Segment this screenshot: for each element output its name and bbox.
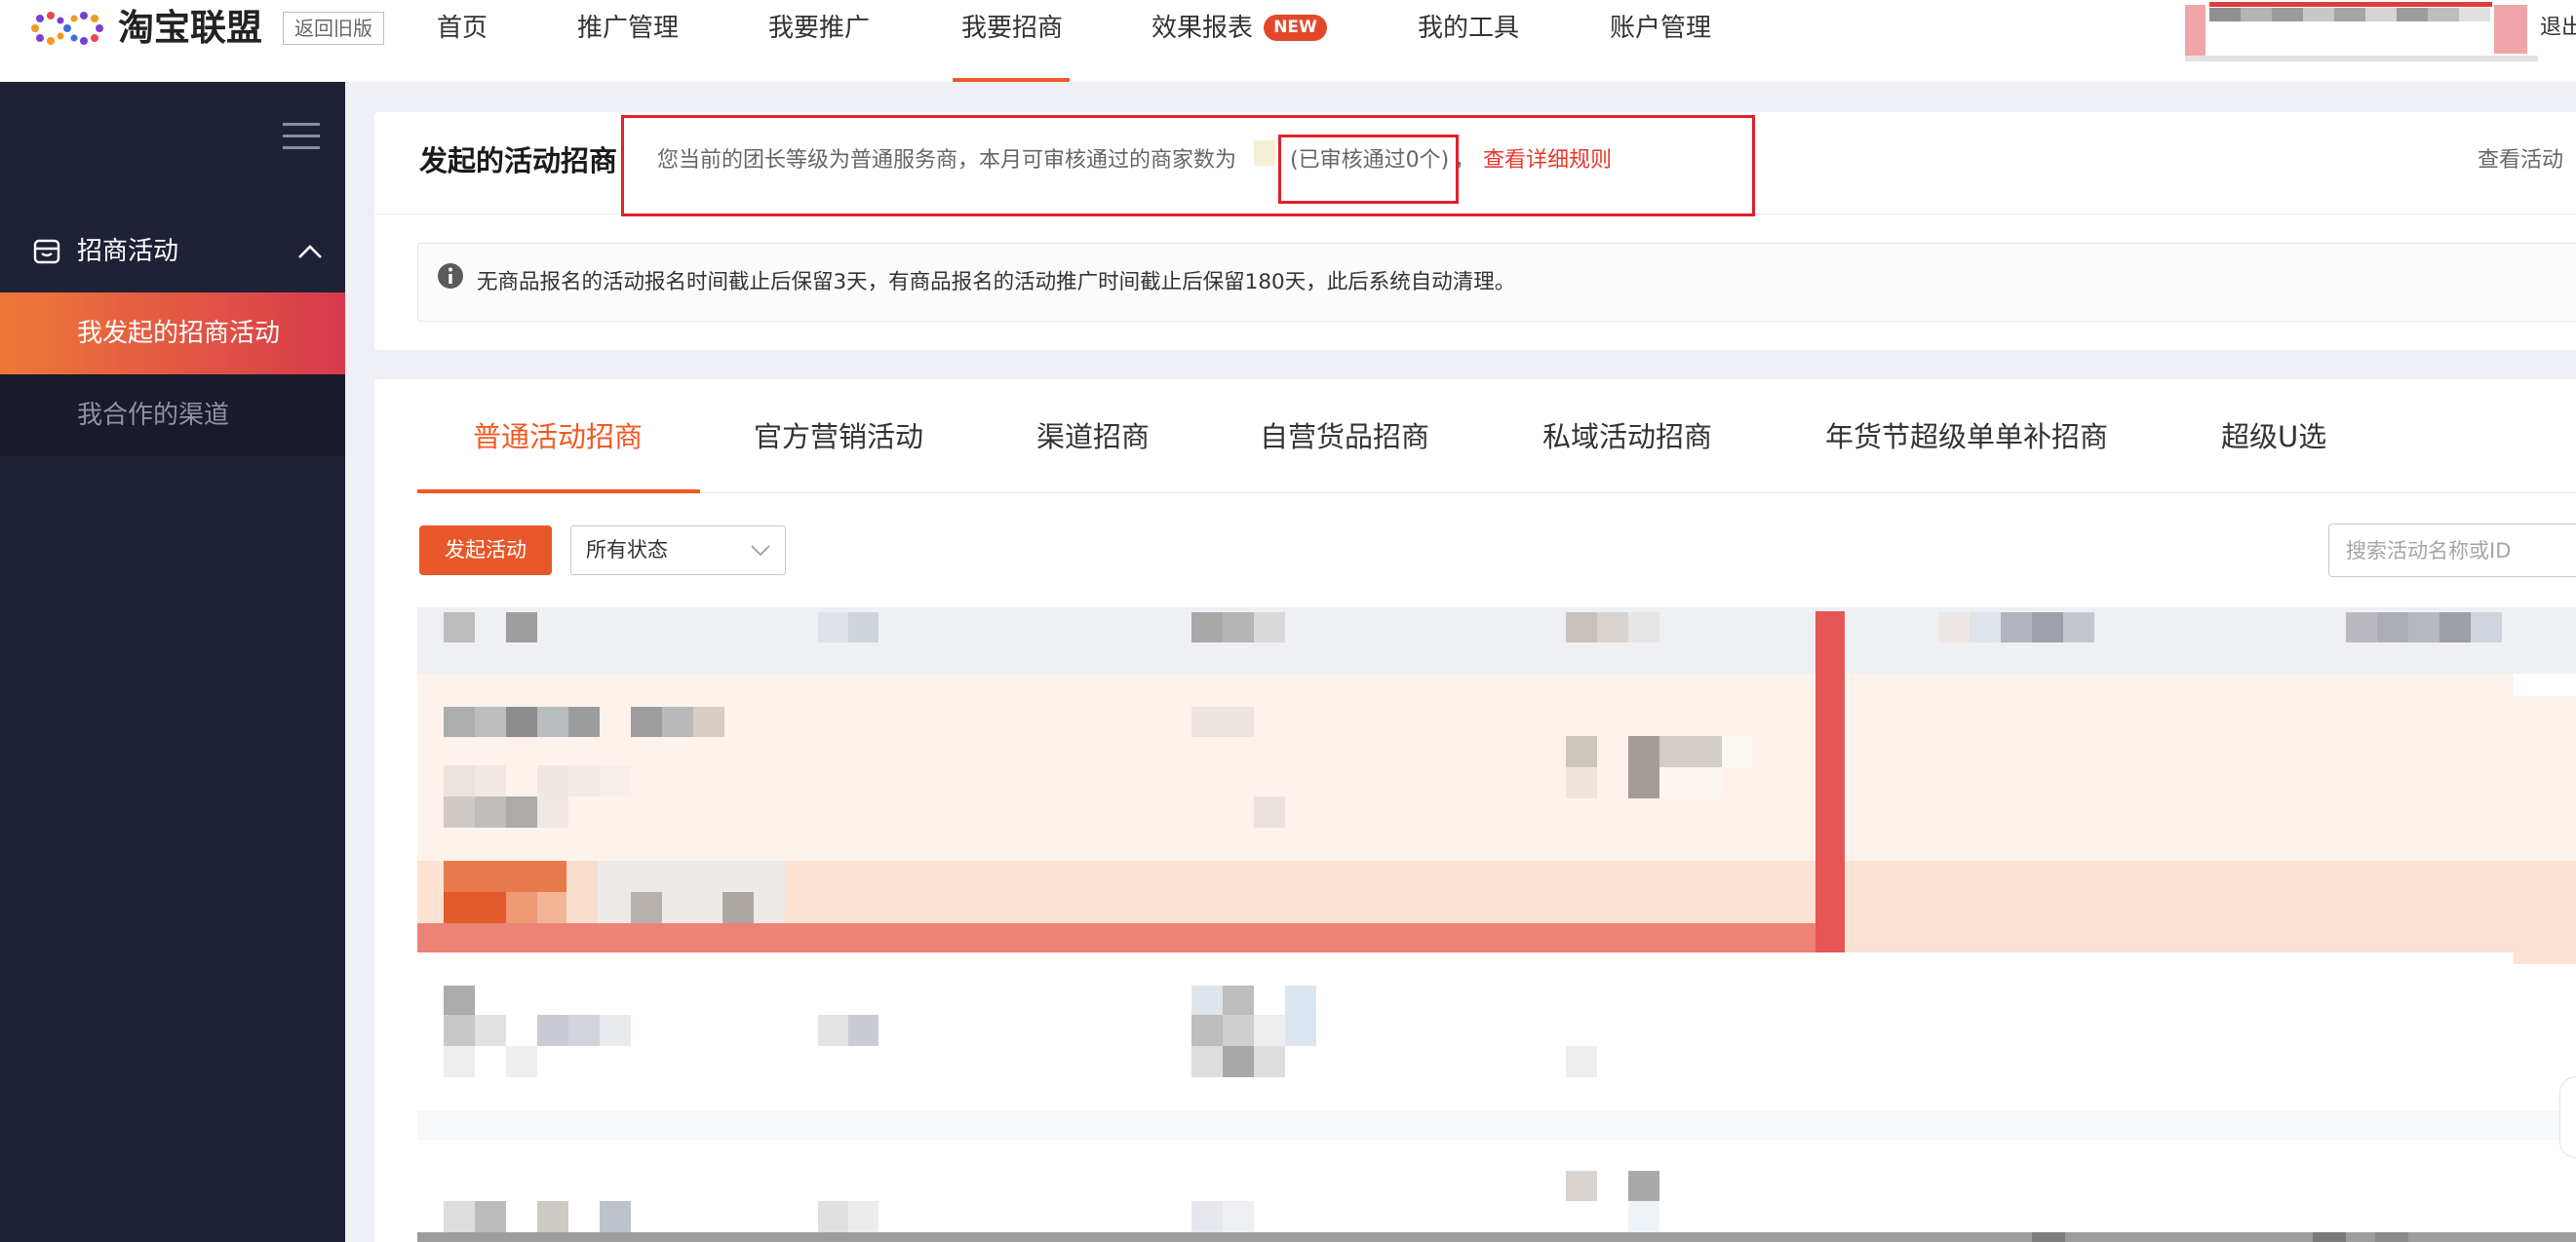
logout-link[interactable]: 退出 (2540, 10, 2576, 47)
tab-new-year-subsidy[interactable]: 年货节超级单单补招商 (1825, 417, 2108, 456)
tab-private-domain[interactable]: 私域活动招商 (1542, 417, 1712, 456)
info-alert: 无商品报名的活动报名时间截止后保留3天，有商品报名的活动推广时间截止后保留180… (417, 243, 2576, 322)
table-row-separator (417, 1110, 2576, 1140)
tabs-divider (417, 492, 2576, 493)
back-to-old-version-button[interactable]: 返回旧版 (283, 12, 384, 45)
status-filter-value: 所有状态 (586, 538, 668, 562)
active-nav-underline (953, 78, 1070, 82)
annotation-highlight-box-inner (1278, 135, 1459, 204)
tab-super-u-select[interactable]: 超级U选 (2221, 417, 2326, 456)
brand-name[interactable]: 淘宝联盟 (118, 6, 262, 51)
table-row[interactable] (417, 1140, 2576, 1232)
nav-item-merchant-recruitment[interactable]: 我要招商 (961, 10, 1063, 47)
view-activity-link[interactable]: 查看活动 (2478, 141, 2576, 180)
sidebar-item-label: 我发起的招商活动 (77, 319, 281, 348)
table-row[interactable] (417, 952, 2576, 1110)
tab-channel-recruitment[interactable]: 渠道招商 (1036, 417, 1150, 456)
active-tab-underline (417, 489, 700, 493)
status-filter-select[interactable]: 所有状态 (570, 525, 786, 575)
info-icon (438, 263, 463, 289)
nav-item-promote[interactable]: 我要推广 (768, 10, 870, 47)
menu-toggle-icon[interactable] (283, 123, 320, 150)
nav-item-account-management[interactable]: 账户管理 (1610, 10, 1711, 47)
sidebar-group-label: 招商活动 (77, 237, 179, 266)
sidebar-item-label: 我合作的渠道 (77, 401, 230, 430)
nav-item-tools[interactable]: 我的工具 (1418, 10, 1519, 47)
chevron-up-icon[interactable] (296, 243, 324, 260)
redaction-bar-vertical (1815, 611, 1845, 952)
horizontal-scrollbar[interactable] (417, 1232, 2576, 1242)
top-navigation-bar: 淘宝联盟 返回旧版 首页 推广管理 我要推广 我要招商 效果报表 NEW 我的工… (0, 0, 2576, 82)
nav-item-reports[interactable]: 效果报表 (1151, 10, 1253, 47)
page-title: 发起的活动招商 (419, 144, 618, 177)
redaction-bar-horizontal (417, 923, 1815, 952)
store-icon (33, 239, 60, 264)
chevron-down-icon (751, 545, 770, 557)
nav-item-promotion-management[interactable]: 推广管理 (577, 10, 679, 47)
campaign-search-input[interactable] (2328, 524, 2576, 577)
sidebar: 招商活动 我发起的招商活动 我合作的渠道 (0, 82, 345, 1242)
info-alert-text: 无商品报名的活动报名时间截止后保留3天，有商品报名的活动推广时间截止后保留180… (477, 270, 1516, 294)
tab-regular-recruitment[interactable]: 普通活动招商 (473, 417, 643, 456)
tab-self-operated-goods[interactable]: 自营货品招商 (1260, 417, 1429, 456)
floating-action-button[interactable] (2559, 1076, 2576, 1158)
sidebar-item-my-campaigns[interactable]: 我发起的招商活动 (0, 292, 345, 374)
table-header-row (417, 607, 2576, 674)
sidebar-group-recruitment[interactable]: 招商活动 (0, 222, 345, 281)
taobao-union-logo-icon[interactable] (27, 9, 107, 48)
nav-item-home[interactable]: 首页 (437, 10, 488, 47)
user-account-area[interactable] (2185, 0, 2538, 62)
tab-official-marketing[interactable]: 官方营销活动 (754, 417, 923, 456)
new-badge: NEW (1264, 15, 1327, 41)
create-campaign-button[interactable]: 发起活动 (419, 525, 552, 575)
annotation-highlight-box (621, 115, 1755, 216)
sidebar-item-partner-channels[interactable]: 我合作的渠道 (0, 374, 345, 456)
campaign-list-card: 普通活动招商 官方营销活动 渠道招商 自营货品招商 私域活动招商 年货节超级单单… (374, 379, 2576, 1242)
